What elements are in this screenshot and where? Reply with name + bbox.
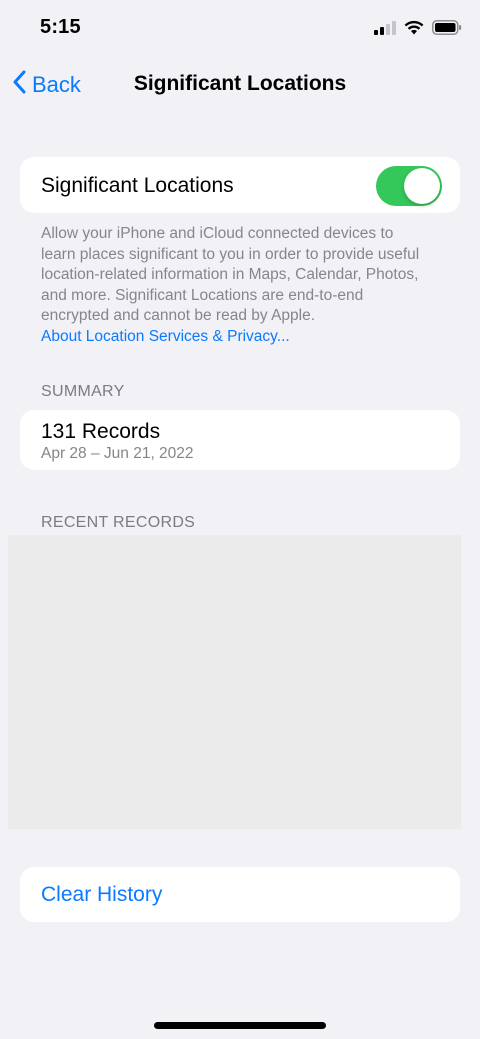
clear-history-label: Clear History <box>41 883 163 906</box>
significant-locations-label: Significant Locations <box>41 174 234 197</box>
location-privacy-link[interactable]: About Location Services & Privacy... <box>41 327 431 348</box>
home-indicator[interactable] <box>154 1022 326 1029</box>
status-icons <box>374 20 462 40</box>
recent-records-section-header: RECENT RECORDS <box>41 514 196 531</box>
toggle-knob <box>404 168 440 204</box>
cellular-signal-icon <box>374 20 396 40</box>
navigation-bar: Back Significant Locations <box>0 60 480 110</box>
status-bar: 5:15 <box>0 0 480 60</box>
records-count: 131 Records <box>41 420 161 443</box>
clear-history-button[interactable]: Clear History <box>20 867 460 922</box>
significant-locations-toggle[interactable] <box>376 166 442 206</box>
wifi-icon <box>404 20 424 40</box>
significant-locations-description: Allow your iPhone and iCloud connected d… <box>41 224 431 347</box>
significant-locations-row: Significant Locations <box>20 157 460 213</box>
recent-records-redacted-area <box>8 535 461 829</box>
records-date-range: Apr 28 – Jun 21, 2022 <box>41 445 194 462</box>
summary-section-header: SUMMARY <box>41 383 125 400</box>
page-title: Significant Locations <box>133 72 347 95</box>
summary-records-row[interactable]: 131 Records Apr 28 – Jun 21, 2022 <box>20 410 460 470</box>
status-time: 5:15 <box>40 16 81 38</box>
description-text: Allow your iPhone and iCloud connected d… <box>41 225 420 324</box>
battery-icon <box>432 20 462 40</box>
